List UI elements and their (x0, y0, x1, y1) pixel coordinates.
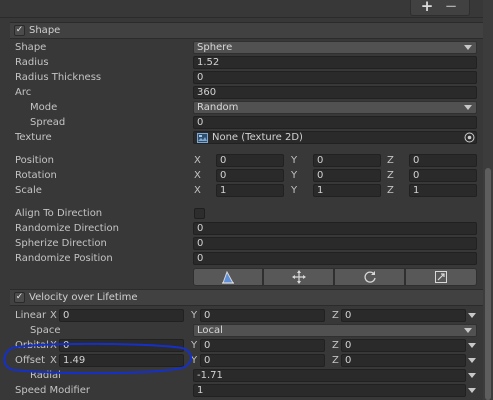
texture-value: None (Texture 2D) (212, 132, 303, 143)
texture-2d-icon (197, 133, 208, 143)
rotation-y-field[interactable]: 0 (313, 169, 381, 182)
space-dropdown[interactable]: Local (193, 324, 477, 337)
space-label: Space (30, 325, 61, 336)
velocity-module-checkbox[interactable]: ✓ (14, 292, 25, 303)
radial-curve-dropdown-icon[interactable] (468, 373, 476, 378)
rotation-label: Rotation (15, 170, 57, 181)
radius-label: Radius (15, 57, 49, 68)
mode-dropdown-value: Random (197, 102, 239, 113)
spherize-direction-field[interactable]: 0 (193, 237, 477, 250)
rotate-shape-button[interactable] (334, 268, 405, 286)
rotation-z-axis-label: Z (387, 170, 394, 181)
align-to-direction-checkbox[interactable] (194, 208, 205, 219)
chevron-down-icon (464, 45, 472, 50)
orbital-y-field[interactable]: 0 (200, 339, 325, 352)
texture-label: Texture (15, 132, 52, 143)
orbital-z-field[interactable]: 0 (341, 339, 466, 352)
object-picker-icon[interactable] (464, 132, 475, 143)
randomize-direction-field[interactable]: 0 (193, 222, 477, 235)
scale-shape-button[interactable] (405, 268, 477, 286)
linear-x-field[interactable]: 0 (59, 309, 184, 322)
hand-drawn-annotation-ellipse (3, 342, 192, 375)
shape-label: Shape (15, 42, 47, 53)
linear-x-axis-label: X (50, 310, 57, 321)
linear-y-axis-label: Y (191, 310, 198, 321)
linear-y-field[interactable]: 0 (200, 309, 325, 322)
velocity-module-header[interactable]: ✓ Velocity over Lifetime (10, 289, 483, 306)
position-y-axis-label: Y (291, 155, 298, 166)
align-to-direction-label: Align To Direction (15, 208, 103, 219)
scale-x-axis-label: X (194, 185, 201, 196)
offset-y-field[interactable]: 0 (200, 354, 325, 367)
chevron-down-icon (464, 105, 472, 110)
scale-x-field[interactable]: 1 (216, 184, 284, 197)
radius-field[interactable]: 1.52 (193, 56, 477, 69)
offset-z-axis-label: Z (332, 355, 339, 366)
edit-shape-icon (222, 270, 234, 284)
speed-modifier-label: Speed Modifier (15, 385, 90, 396)
shape-module-title: Shape (29, 25, 61, 36)
inspector-scrollbar-thumb[interactable] (485, 168, 491, 400)
orbital-z-axis-label: Z (332, 340, 339, 351)
speed-modifier-field[interactable]: 1 (193, 384, 466, 397)
mode-dropdown[interactable]: Random (193, 101, 477, 114)
texture-object-field[interactable]: None (Texture 2D) (193, 131, 477, 144)
mode-label: Mode (30, 102, 58, 113)
minus-icon[interactable]: − (443, 0, 459, 14)
rotation-x-axis-label: X (194, 170, 201, 181)
chevron-down-icon (464, 328, 472, 333)
linear-curve-dropdown-icon[interactable] (468, 313, 476, 318)
linear-z-axis-label: Z (332, 310, 339, 321)
spread-label: Spread (30, 117, 66, 128)
offset-curve-dropdown-icon[interactable] (468, 358, 476, 363)
randomize-position-label: Randomize Position (15, 253, 113, 264)
offset-z-field[interactable]: 0 (341, 354, 466, 367)
randomize-position-field[interactable]: 0 (193, 252, 477, 265)
edit-shape-button[interactable] (193, 268, 263, 286)
randomize-direction-label: Randomize Direction (15, 223, 119, 234)
arc-label: Arc (15, 87, 32, 98)
linear-z-field[interactable]: 0 (341, 309, 466, 322)
position-x-axis-label: X (194, 155, 201, 166)
radius-thickness-label: Radius Thickness (15, 72, 102, 83)
radial-field[interactable]: -1.71 (193, 369, 466, 382)
space-dropdown-value: Local (197, 325, 223, 336)
shape-dropdown[interactable]: Sphere (193, 41, 477, 54)
scale-y-field[interactable]: 1 (313, 184, 381, 197)
position-z-field[interactable]: 0 (409, 154, 477, 167)
rotation-z-field[interactable]: 0 (409, 169, 477, 182)
position-label: Position (15, 155, 54, 166)
arc-field[interactable]: 360 (193, 86, 477, 99)
scale-icon (435, 271, 447, 283)
spherize-direction-label: Spherize Direction (15, 238, 107, 249)
velocity-module-title: Velocity over Lifetime (29, 292, 138, 303)
toolbar-divider (0, 17, 483, 18)
spread-field[interactable]: 0 (193, 116, 477, 129)
scale-label: Scale (15, 185, 42, 196)
shape-module-checkbox[interactable]: ✓ (14, 25, 25, 36)
linear-label: Linear (15, 310, 47, 321)
speed-modifier-curve-dropdown-icon[interactable] (468, 388, 476, 393)
scale-z-axis-label: Z (387, 185, 394, 196)
move-shape-button[interactable] (263, 268, 334, 286)
shape-module-header[interactable]: ✓ Shape (10, 22, 483, 39)
shape-dropdown-value: Sphere (197, 42, 233, 53)
scale-y-axis-label: Y (291, 185, 298, 196)
radius-thickness-field[interactable]: 0 (193, 71, 477, 84)
orbital-curve-dropdown-icon[interactable] (468, 343, 476, 348)
position-x-field[interactable]: 0 (216, 154, 284, 167)
position-z-axis-label: Z (387, 155, 394, 166)
position-y-field[interactable]: 0 (313, 154, 381, 167)
rotate-icon (363, 271, 376, 283)
rotation-x-field[interactable]: 0 (216, 169, 284, 182)
plus-icon[interactable]: + (419, 0, 435, 14)
scale-z-field[interactable]: 1 (409, 184, 477, 197)
move-icon (291, 270, 306, 284)
rotation-y-axis-label: Y (291, 170, 298, 181)
